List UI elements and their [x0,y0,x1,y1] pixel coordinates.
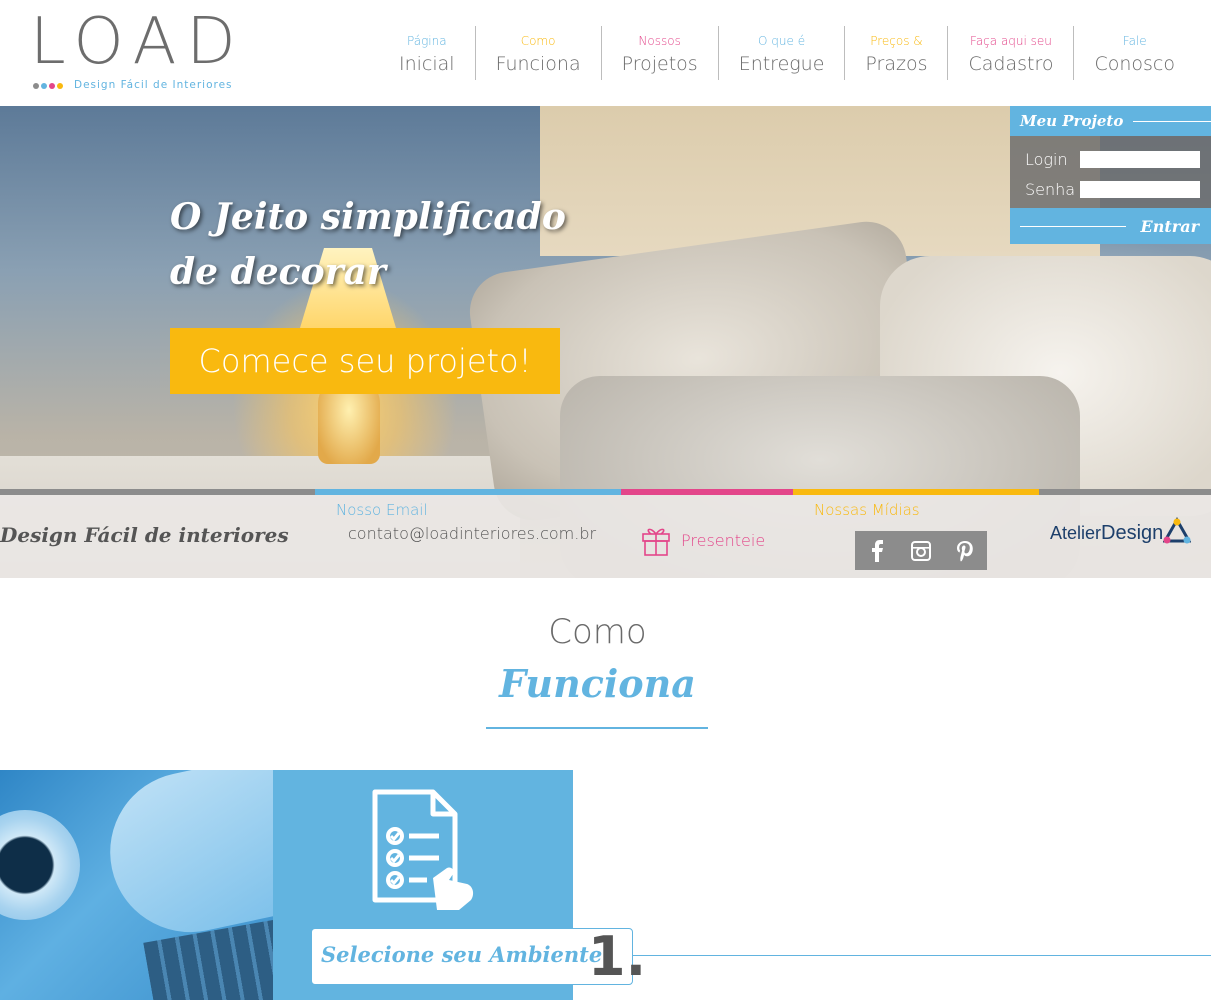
nav-item-small: Como [520,34,556,48]
step-connector-line [633,955,1211,956]
atelier-text: AtelierDesign [1050,522,1163,545]
password-row: Senha [1025,176,1201,202]
checklist-document-icon [372,789,474,910]
media-label: Nossas Mídias [814,501,920,519]
login-row: Login [1025,146,1201,172]
logo-tagline: Design Fácil de Interiores [74,79,233,91]
design-word: Design [1101,522,1164,544]
section-title: Funciona [499,661,696,706]
nav-item-small: Faça aqui seu [970,34,1052,48]
logo-dots [33,83,63,89]
logo-wordmark: LOAD [30,5,246,79]
login-panel: Meu Projeto Login Senha Entrar [1010,106,1211,244]
hero-banner: O Jeito simplificado de decorar Comece s… [0,106,1211,578]
social-links [855,531,987,570]
login-submit-label: Entrar [1140,216,1199,236]
color-stripe [793,489,1039,495]
gift-link[interactable]: Presenteie [641,524,765,556]
nav-item-label: Cadastro [968,53,1054,75]
login-panel-header: Meu Projeto [1010,106,1211,136]
hero-title: O Jeito simplificado de decorar [170,196,566,293]
color-stripe [0,489,315,495]
pinterest-icon[interactable] [950,536,980,566]
brand-text: Design Fácil de interiores [0,523,289,547]
main-nav: Página Inicial Como Funciona Nossos Proj… [379,26,1195,80]
nav-item-small: Preços & [870,34,923,48]
nav-item-entregue[interactable]: O que é Entregue [717,26,845,80]
nav-item-projetos[interactable]: Nossos Projetos [600,26,718,80]
info-bar: Design Fácil de interiores Nosso Email c… [0,489,1211,578]
nav-item-label: Entregue [738,53,825,75]
nav-item-small: Fale [1122,34,1147,48]
site-header: LOAD Design Fácil de Interiores Página I… [0,0,1211,106]
nav-item-funciona[interactable]: Como Funciona [474,26,601,80]
email-label: Nosso Email [336,501,428,519]
nav-item-label: Funciona [495,53,581,75]
logo[interactable]: LOAD Design Fácil de Interiores [30,6,260,96]
instagram-icon[interactable] [906,536,936,566]
nav-item-inicial[interactable]: Página Inicial [379,26,475,80]
login-label: Login [1025,149,1068,169]
nav-item-small: O que é [758,34,806,48]
step-photo [0,770,273,1000]
nav-item-label: Projetos [621,53,698,75]
password-label: Senha [1025,179,1076,199]
step-photo-keyboard [143,918,273,1000]
login-input[interactable] [1080,150,1200,168]
nav-item-conosco[interactable]: Fale Conosco [1073,26,1195,80]
gift-icon [642,528,670,556]
divider [1133,120,1211,122]
nav-item-small: Nossos [638,34,681,48]
color-stripe [621,489,793,495]
nav-item-label: Conosco [1094,53,1175,75]
gift-label: Presenteie [681,530,766,550]
atelier-design-logo[interactable]: AtelierDesign [1050,517,1192,545]
email-link[interactable]: contato@loadinteriores.com.br [348,524,596,543]
step-label-text: Selecione seu Ambiente [321,942,603,967]
start-project-button[interactable]: Comece seu projeto! [170,328,560,394]
color-stripe [315,489,621,495]
atelier-word: Atelier [1050,523,1102,543]
nav-item-prazos[interactable]: Preços & Prazos [844,26,947,80]
step-label[interactable]: Selecione seu Ambiente 1. [311,925,646,988]
color-stripe [1039,489,1211,495]
password-input[interactable] [1080,180,1200,198]
nav-item-cadastro[interactable]: Faça aqui seu Cadastro [947,26,1073,80]
login-form: Login Senha [1010,136,1211,208]
section-title-underline [486,727,708,729]
login-submit-button[interactable]: Entrar [1010,208,1211,244]
nav-item-label: Inicial [399,53,455,75]
section-subtitle: Como [548,612,647,652]
atelier-triangle-icon [1163,517,1192,544]
login-panel-title: Meu Projeto [1020,112,1124,130]
step-photo-coffee-cup [0,810,80,920]
facebook-icon[interactable] [862,536,892,566]
step-number: 1. [588,925,647,988]
divider [1020,225,1126,227]
nav-item-small: Página [407,34,447,48]
step-photo-hand [95,770,273,947]
nav-item-label: Prazos [865,53,928,75]
